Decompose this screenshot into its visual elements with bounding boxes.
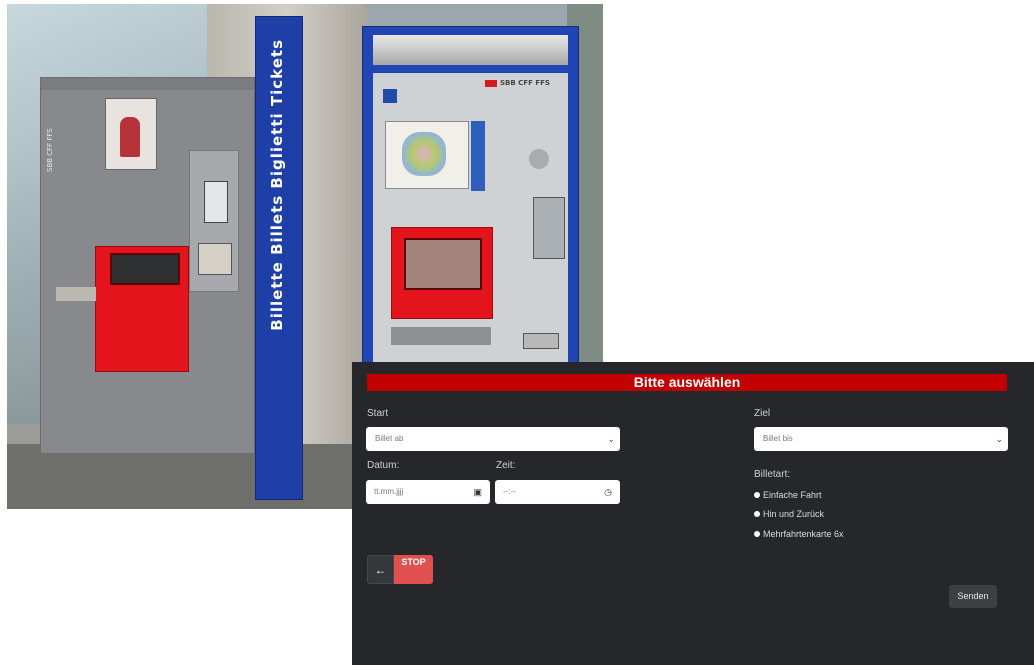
start-select-value: Billet ab	[375, 434, 404, 443]
stop-label: STOP	[401, 557, 426, 567]
touchscreen	[110, 253, 180, 285]
radio-dot-icon	[754, 510, 760, 517]
logo-icon	[383, 89, 397, 103]
payment-panel	[189, 150, 239, 292]
calendar-icon[interactable]: ▣	[473, 480, 482, 504]
radio-dot-icon	[754, 530, 760, 537]
grey-ticket-machine: SBB CFF FFS	[40, 77, 255, 454]
start-label: Start	[367, 408, 389, 419]
back-button[interactable]: ←	[367, 555, 394, 584]
ziel-select[interactable]: Billet bis ⌄	[754, 427, 1008, 451]
stop-button[interactable]: STOP	[394, 555, 433, 584]
radio-dot-icon	[754, 491, 760, 498]
ziel-label: Ziel	[754, 408, 771, 419]
date-placeholder: tt.mm.jjjj	[374, 487, 404, 496]
machine-poster	[105, 98, 157, 170]
machine-brand-text: SBB CFF FFS	[46, 128, 54, 172]
option-hin-und-zurueck[interactable]: Hin und Zurück	[754, 508, 824, 520]
machine-brand-text: SBB CFF FFS	[485, 79, 550, 87]
arrow-left-icon: ←	[374, 563, 387, 577]
tickets-sign-pole: Billette Billets Biglietti Tickets	[255, 16, 303, 500]
red-touchscreen-unit	[391, 227, 493, 319]
speaker-grille	[529, 149, 549, 169]
option-einfache-fahrt[interactable]: Einfache Fahrt	[754, 489, 822, 501]
touchscreen	[404, 238, 482, 290]
billetart-label: Billetart:	[754, 469, 791, 480]
pole-text: Billette Billets Biglietti Tickets	[268, 39, 286, 331]
blue-ticket-machine: SBB CFF FFS	[362, 26, 579, 368]
payment-panel	[533, 197, 565, 259]
time-placeholder: --:--	[503, 487, 516, 496]
send-label: Senden	[957, 591, 989, 601]
send-button[interactable]: Senden	[949, 585, 997, 608]
option-mehrfahrtenkarte[interactable]: Mehrfahrtenkarte 6x	[754, 528, 844, 540]
date-input[interactable]: tt.mm.jjjj ▣	[366, 480, 490, 504]
clock-icon[interactable]: ◷	[604, 480, 612, 504]
red-touchscreen-unit	[56, 246, 189, 372]
time-input[interactable]: --:-- ◷	[495, 480, 620, 504]
ziel-select-value: Billet bis	[763, 434, 793, 443]
ticket-form-panel: Bitte auswählen Start Billet ab ⌄ Ziel B…	[352, 362, 1034, 665]
zeit-label: Zeit:	[496, 460, 516, 471]
datum-label: Datum:	[367, 460, 400, 471]
form-title: Bitte auswählen	[367, 374, 1007, 391]
chevron-down-icon: ⌄	[607, 434, 615, 444]
start-select[interactable]: Billet ab ⌄	[366, 427, 620, 451]
network-map	[385, 121, 469, 189]
chevron-down-icon: ⌄	[995, 434, 1003, 444]
